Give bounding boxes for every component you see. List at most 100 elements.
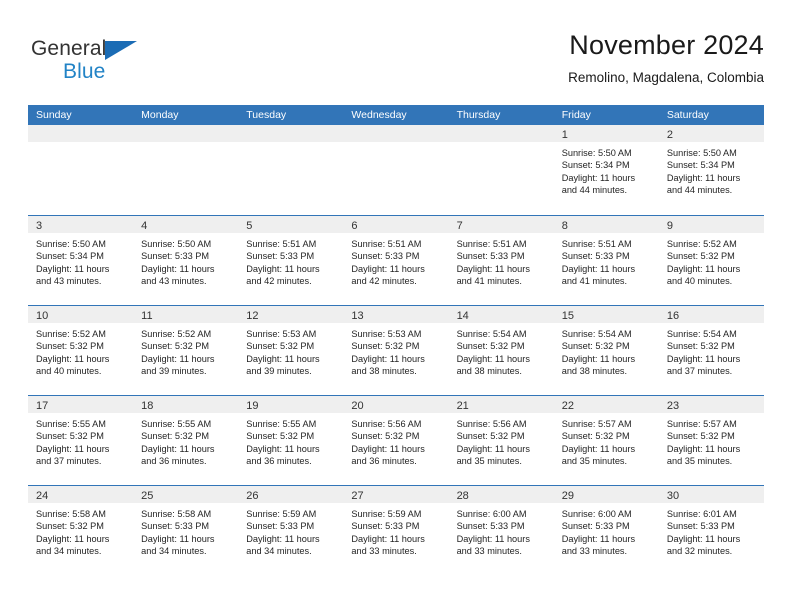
day-number-band: 17 xyxy=(28,396,134,413)
calendar-day-cell-15[interactable]: 15 Sunrise: 5:54 AM Sunset: 5:32 PM Dayligh… xyxy=(553,306,659,395)
calendar-day-cell-13[interactable]: 13 Sunrise: 5:53 AM Sunset: 5:32 PM Dayligh… xyxy=(343,306,449,395)
calendar-day-cell-27[interactable]: 27 Sunrise: 5:59 AM Sunset: 5:33 PM Dayligh… xyxy=(343,486,449,575)
day-detail-line: Sunrise: 5:50 AM xyxy=(141,239,212,249)
calendar-day-cell-20[interactable]: 20 Sunrise: 5:56 AM Sunset: 5:32 PM Dayligh… xyxy=(343,396,449,485)
day-detail-line: Sunrise: 5:50 AM xyxy=(36,239,106,249)
day-number-band: 15 xyxy=(553,306,659,323)
calendar-day-cell-9[interactable]: 9 Sunrise: 5:52 AM Sunset: 5:32 PM Daylight… xyxy=(658,216,764,305)
day-detail-line: Sunset: 5:32 PM xyxy=(456,341,525,352)
calendar-day-cell-2[interactable]: 2 Sunrise: 5:50 AM Sunset: 5:34 PM Daylight… xyxy=(658,125,764,215)
calendar-day-cell-25[interactable]: 25 Sunrise: 5:58 AM Sunset: 5:33 PM Dayligh… xyxy=(133,486,239,575)
calendar-day-cell-6[interactable]: 6 Sunrise: 5:51 AM Sunset: 5:33 PM Daylight… xyxy=(343,216,449,305)
day-detail-line: and 39 minutes. xyxy=(141,366,207,377)
day-detail-line: Sunrise: 5:51 AM xyxy=(246,239,317,249)
day-detail-line: Sunrise: 5:51 AM xyxy=(561,239,632,249)
day-detail-line: Sunrise: 5:54 AM xyxy=(456,329,527,339)
day-detail-line: Sunrise: 5:50 AM xyxy=(561,148,632,158)
day-details xyxy=(28,142,133,147)
weekday-header-sunday: Sunday xyxy=(36,109,72,121)
day-details: Sunrise: 5:50 AM Sunset: 5:34 PM Daylight:… xyxy=(554,142,659,197)
logo-triangle-icon xyxy=(105,41,137,60)
day-detail-line: Daylight: 11 hours xyxy=(246,443,320,454)
day-detail-line: Daylight: 11 hours xyxy=(246,533,320,544)
weekday-header-thursday: Thursday xyxy=(456,109,501,121)
day-detail-line: Daylight: 11 hours xyxy=(141,533,215,544)
day-detail-line: Daylight: 11 hours xyxy=(141,443,215,454)
calendar-day-cell-1[interactable]: 1 Sunrise: 5:50 AM Sunset: 5:34 PM Daylight… xyxy=(553,125,659,215)
day-detail-line: Sunset: 5:32 PM xyxy=(246,431,315,442)
generalblue-logo: General Blue xyxy=(31,36,156,88)
day-detail-line: Daylight: 11 hours xyxy=(561,353,636,364)
calendar-day-cell-5[interactable]: 5 Sunrise: 5:51 AM Sunset: 5:33 PM Daylight… xyxy=(238,216,344,305)
day-detail-line: Sunset: 5:32 PM xyxy=(141,431,210,442)
day-number-band: 25 xyxy=(133,486,239,503)
day-number-band: 1 xyxy=(553,125,659,142)
day-detail-line: Sunset: 5:33 PM xyxy=(561,251,630,262)
calendar-day-cell-22[interactable]: 22 Sunrise: 5:57 AM Sunset: 5:32 PM Dayligh… xyxy=(553,396,659,485)
calendar-day-cell-17[interactable]: 17 Sunrise: 5:55 AM Sunset: 5:32 PM Dayligh… xyxy=(28,396,134,485)
day-number: 11 xyxy=(141,310,153,322)
calendar-week-row: 3 Sunrise: 5:50 AM Sunset: 5:34 PM Daylight… xyxy=(28,215,764,305)
calendar-day-cell-23[interactable]: 23 Sunrise: 5:57 AM Sunset: 5:32 PM Dayligh… xyxy=(658,396,764,485)
day-detail-line: and 33 minutes. xyxy=(456,546,522,557)
day-number: 25 xyxy=(141,490,154,502)
day-detail-line: Sunset: 5:33 PM xyxy=(141,521,210,532)
day-number: 23 xyxy=(666,400,680,412)
day-details: Sunrise: 5:50 AM Sunset: 5:34 PM Daylight:… xyxy=(659,142,764,197)
calendar-day-cell-3[interactable]: 3 Sunrise: 5:50 AM Sunset: 5:34 PM Daylight… xyxy=(28,216,134,305)
calendar-day-cell-12[interactable]: 12 Sunrise: 5:53 AM Sunset: 5:32 PM Dayligh… xyxy=(238,306,344,395)
day-details: Sunrise: 5:51 AM Sunset: 5:33 PM Daylight:… xyxy=(554,233,659,288)
day-number-band: 16 xyxy=(658,306,764,323)
day-detail-line: Sunset: 5:34 PM xyxy=(666,160,735,171)
day-detail-line: Daylight: 11 hours xyxy=(666,353,741,364)
day-detail-line: and 38 minutes. xyxy=(456,366,522,377)
calendar-day-cell-11[interactable]: 11 Sunrise: 5:52 AM Sunset: 5:32 PM Dayligh… xyxy=(133,306,239,395)
calendar-day-cell-10[interactable]: 10 Sunrise: 5:52 AM Sunset: 5:32 PM Dayligh… xyxy=(28,306,134,395)
day-detail-line: Daylight: 11 hours xyxy=(141,263,215,274)
day-detail-line: and 35 minutes. xyxy=(456,456,522,467)
calendar-day-cell-28[interactable]: 28 Sunrise: 6:00 AM Sunset: 5:33 PM Dayligh… xyxy=(448,486,554,575)
calendar-day-cell-7[interactable]: 7 Sunrise: 5:51 AM Sunset: 5:33 PM Daylight… xyxy=(448,216,554,305)
day-number: 21 xyxy=(456,400,469,412)
calendar-day-cell-24[interactable]: 24 Sunrise: 5:58 AM Sunset: 5:32 PM Dayligh… xyxy=(28,486,134,575)
day-number-band: 5 xyxy=(238,216,344,233)
calendar-day-cell-8[interactable]: 8 Sunrise: 5:51 AM Sunset: 5:33 PM Daylight… xyxy=(553,216,659,305)
day-detail-line: Sunset: 5:33 PM xyxy=(561,521,630,532)
calendar-day-cell-14[interactable]: 14 Sunrise: 5:54 AM Sunset: 5:32 PM Dayligh… xyxy=(448,306,554,395)
calendar-day-cell-19[interactable]: 19 Sunrise: 5:55 AM Sunset: 5:32 PM Dayligh… xyxy=(238,396,344,485)
day-number: 5 xyxy=(246,220,253,232)
calendar-day-cell-16[interactable]: 16 Sunrise: 5:54 AM Sunset: 5:32 PM Dayligh… xyxy=(658,306,764,395)
day-number: 19 xyxy=(246,400,259,412)
day-details: Sunrise: 5:59 AM Sunset: 5:33 PM Daylight:… xyxy=(343,503,448,558)
page-subtitle: Remolino, Magdalena, Colombia xyxy=(568,70,764,85)
calendar-week-row: 1 Sunrise: 5:50 AM Sunset: 5:34 PM Daylight… xyxy=(28,125,764,215)
calendar-week-row: 10 Sunrise: 5:52 AM Sunset: 5:32 PM Dayligh… xyxy=(28,305,764,395)
calendar-day-cell-26[interactable]: 26 Sunrise: 5:59 AM Sunset: 5:33 PM Dayligh… xyxy=(238,486,344,575)
weekday-header-saturday: Saturday xyxy=(666,109,709,121)
calendar-day-cell-29[interactable]: 29 Sunrise: 6:00 AM Sunset: 5:33 PM Dayligh… xyxy=(553,486,659,575)
day-number: 2 xyxy=(666,129,673,141)
day-details: Sunrise: 5:54 AM Sunset: 5:32 PM Daylight:… xyxy=(659,323,764,378)
calendar-day-cell-4[interactable]: 4 Sunrise: 5:50 AM Sunset: 5:33 PM Daylight… xyxy=(133,216,239,305)
day-number: 8 xyxy=(561,220,568,232)
weekday-header-monday: Monday xyxy=(141,109,179,121)
day-details: Sunrise: 5:54 AM Sunset: 5:32 PM Daylight:… xyxy=(449,323,554,378)
calendar-day-cell-30[interactable]: 30 Sunrise: 6:01 AM Sunset: 5:33 PM Dayligh… xyxy=(658,486,764,575)
calendar-page: General Blue November 2024 Remolino, Mag… xyxy=(0,0,792,612)
day-detail-line: Sunset: 5:32 PM xyxy=(246,341,315,352)
day-detail-line: Sunset: 5:32 PM xyxy=(141,341,210,352)
calendar-day-cell-21[interactable]: 21 Sunrise: 5:56 AM Sunset: 5:32 PM Dayligh… xyxy=(448,396,554,485)
day-detail-line: and 43 minutes. xyxy=(141,276,207,287)
day-detail-line: and 40 minutes. xyxy=(36,366,102,377)
day-number: 4 xyxy=(141,220,148,232)
day-detail-line: Daylight: 11 hours xyxy=(561,172,636,183)
day-details: Sunrise: 5:55 AM Sunset: 5:32 PM Daylight:… xyxy=(133,413,238,468)
day-detail-line: Sunrise: 5:52 AM xyxy=(36,329,106,339)
day-detail-line: Sunset: 5:32 PM xyxy=(36,521,104,532)
calendar-day-cell-18[interactable]: 18 Sunrise: 5:55 AM Sunset: 5:32 PM Dayligh… xyxy=(133,396,239,485)
day-detail-line: Daylight: 11 hours xyxy=(36,353,110,364)
day-details: Sunrise: 6:00 AM Sunset: 5:33 PM Daylight:… xyxy=(554,503,659,558)
day-detail-line: Sunset: 5:33 PM xyxy=(666,521,735,532)
day-detail-line: Sunrise: 5:55 AM xyxy=(246,419,317,429)
day-number-band: 18 xyxy=(133,396,239,413)
